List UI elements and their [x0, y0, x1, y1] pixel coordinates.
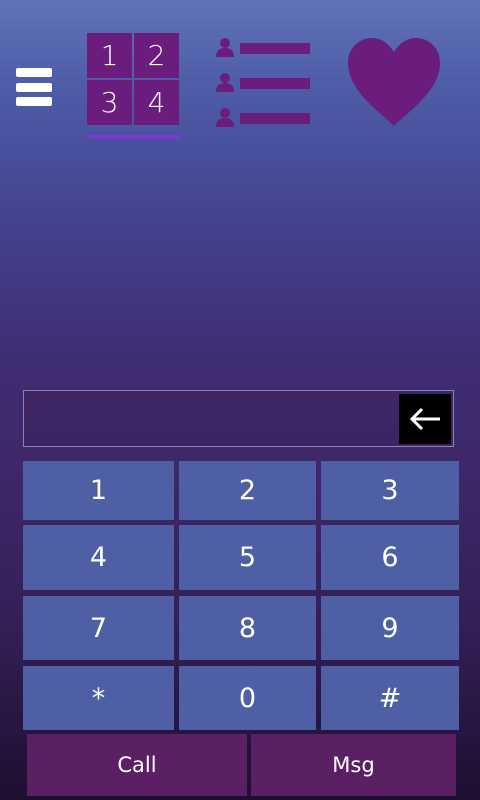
tab-contacts[interactable] — [214, 37, 314, 131]
tab-dialpad[interactable]: 1 2 3 4 — [87, 33, 181, 141]
heart-icon — [348, 38, 440, 126]
number-display[interactable] — [23, 390, 454, 447]
key-8[interactable]: 8 — [179, 596, 316, 660]
person-icon — [216, 108, 234, 127]
key-6[interactable]: 6 — [321, 525, 459, 590]
key-9[interactable]: 9 — [321, 596, 459, 660]
dialpad-tab-tile: 3 — [87, 80, 132, 125]
backspace-arrow-icon — [409, 407, 440, 431]
contact-line — [240, 78, 310, 89]
key-hash[interactable]: # — [321, 666, 459, 730]
key-4[interactable]: 4 — [23, 525, 174, 590]
contact-line — [240, 43, 310, 54]
key-0[interactable]: 0 — [179, 666, 316, 730]
key-3[interactable]: 3 — [321, 461, 459, 520]
contact-list-row — [214, 37, 314, 59]
menu-icon-bar — [16, 83, 52, 92]
call-button[interactable]: Call — [27, 734, 247, 796]
key-1[interactable]: 1 — [23, 461, 174, 520]
key-5[interactable]: 5 — [179, 525, 316, 590]
person-icon — [216, 38, 234, 57]
tab-favorites[interactable] — [346, 36, 442, 128]
menu-icon-bar — [16, 97, 52, 106]
keypad: 1 2 3 4 5 6 7 8 9 * 0 # — [23, 461, 460, 731]
key-7[interactable]: 7 — [23, 596, 174, 660]
active-tab-indicator — [87, 135, 181, 139]
key-2[interactable]: 2 — [179, 461, 316, 520]
menu-icon-bar — [16, 68, 52, 77]
msg-button[interactable]: Msg — [251, 734, 456, 796]
menu-button[interactable] — [16, 68, 52, 106]
dialpad-tab-tile: 4 — [134, 80, 179, 125]
dialpad-tab-tile: 2 — [134, 33, 179, 78]
key-star[interactable]: * — [23, 666, 174, 730]
dialpad-tab-tile: 1 — [87, 33, 132, 78]
contact-line — [240, 113, 310, 124]
backspace-button[interactable] — [399, 394, 451, 444]
contact-list-row — [214, 72, 314, 94]
person-icon — [216, 73, 234, 92]
contact-list-row — [214, 107, 314, 129]
